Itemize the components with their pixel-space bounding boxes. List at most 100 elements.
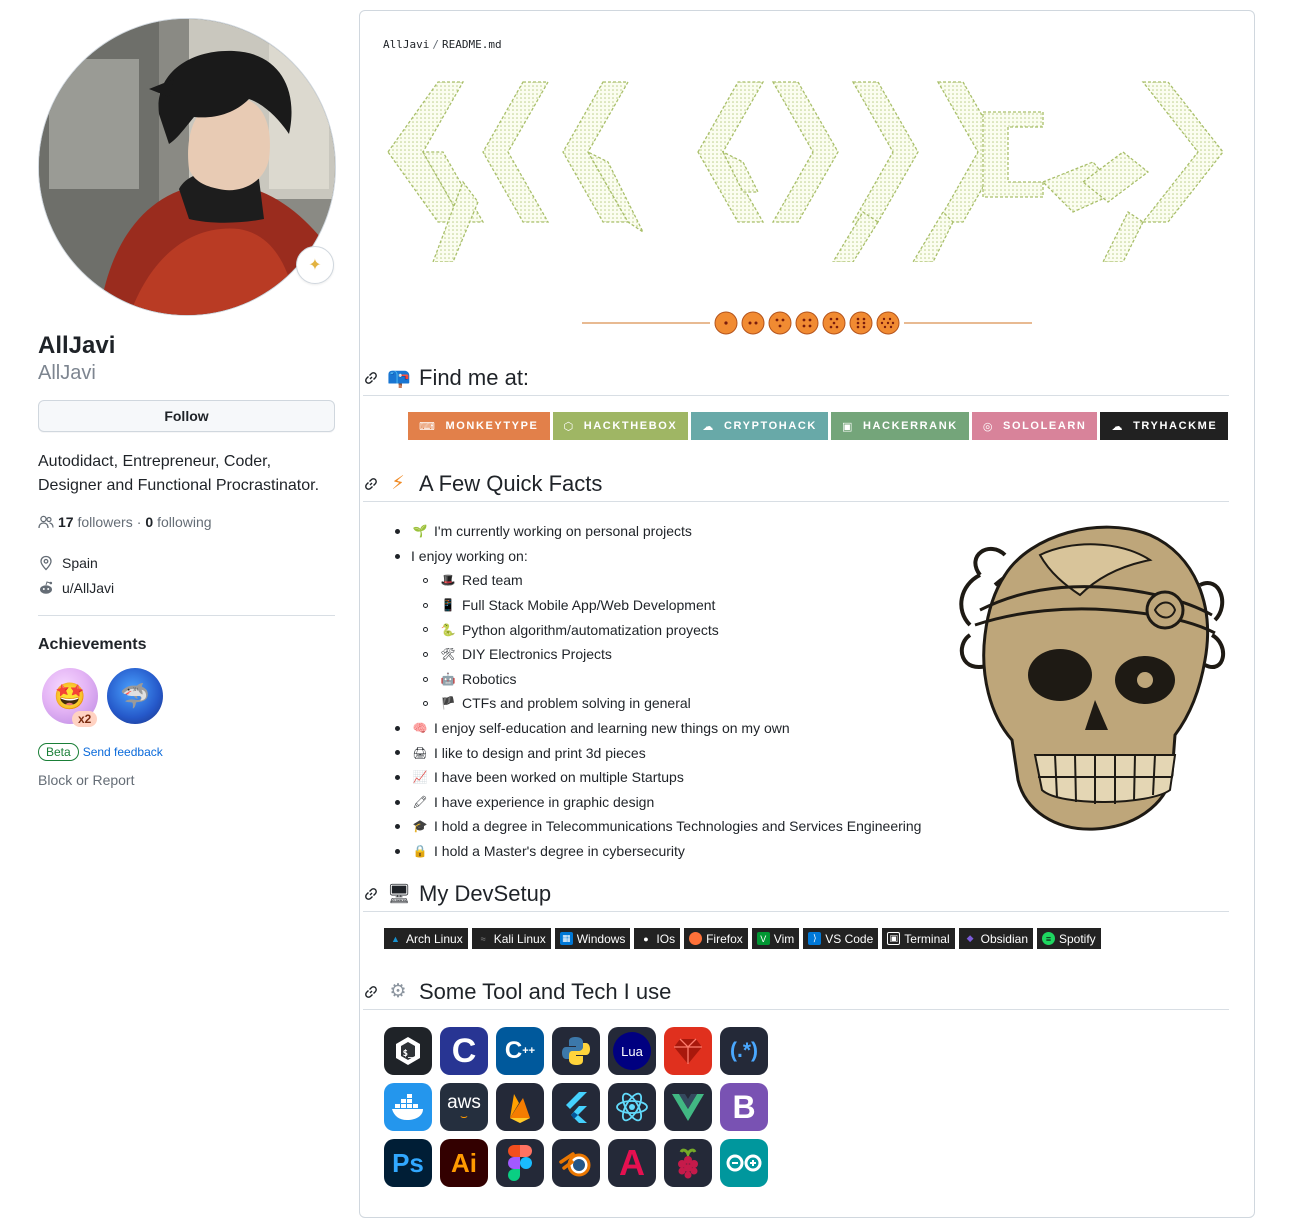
cube-icon: ⬡ <box>563 420 575 433</box>
illustrator-icon[interactable]: Ai <box>440 1139 488 1187</box>
achievement-multiplier: x2 <box>72 711 98 727</box>
devsetup-badges: ▲ Arch Linux ≈ Kali Linux ▦ Windows ● IOs Fi… <box>384 928 1101 949</box>
badge-hackerrank[interactable]: ▣ HACKERRANK <box>830 412 969 440</box>
figma-icon[interactable] <box>496 1139 544 1187</box>
brain-icon: 🧠 <box>412 721 428 736</box>
flag-icon: 🏴 <box>440 696 456 711</box>
badge-monkeytype[interactable]: ⌨ MONKEYTYPE <box>408 412 550 440</box>
lua-icon[interactable]: Lua <box>608 1027 656 1075</box>
badge-sololearn[interactable]: ◎ SOLOLEARN <box>971 412 1098 440</box>
firefox-icon <box>689 932 703 945</box>
python-icon[interactable] <box>552 1027 600 1075</box>
raspberrypi-icon[interactable] <box>664 1139 712 1187</box>
badge-terminal[interactable]: ▣ Terminal <box>882 928 955 949</box>
arch-linux-icon: ▲ <box>391 933 400 944</box>
section-title-tools: Some Tool and Tech I use <box>419 978 672 1004</box>
printer-icon: 🖨 <box>412 745 428 760</box>
set-status-button[interactable]: ✦ <box>296 246 334 284</box>
ruby-icon[interactable] <box>664 1027 712 1075</box>
cplusplus-icon[interactable]: C ++ <box>496 1027 544 1075</box>
crumb-file[interactable]: README.md <box>442 38 502 51</box>
arduino-icon[interactable] <box>720 1139 768 1187</box>
aws-icon[interactable]: aws ⌣ <box>440 1083 488 1131</box>
beta-badge: Beta <box>38 743 79 761</box>
reddit-link[interactable]: u/AllJavi <box>62 580 114 596</box>
badge-obsidian[interactable]: ◆ Obsidian <box>958 928 1033 949</box>
avatar-container: ✦ <box>38 18 336 316</box>
badge-cryptohack[interactable]: ☁ CRYPTOHACK <box>691 412 828 440</box>
starstruck-icon: 🤩 <box>53 680 87 711</box>
shark-icon: 🦈 <box>120 682 150 710</box>
list-item: I enjoy working on: <box>395 544 935 569</box>
block-or-report-link[interactable]: Block or Report <box>38 772 134 788</box>
anchor-link-icon[interactable] <box>363 984 379 1000</box>
c-icon[interactable]: C <box>440 1027 488 1075</box>
section-tools: ⚙ Some Tool and Tech I use <box>363 974 1229 1010</box>
flutter-icon[interactable] <box>552 1083 600 1131</box>
mailbox-icon: 📪 <box>387 367 411 389</box>
sololearn-icon: ◎ <box>982 420 995 433</box>
send-feedback-link[interactable]: Send feedback <box>83 745 163 759</box>
crumb-user[interactable]: AllJavi <box>383 38 429 51</box>
firebase-icon[interactable] <box>496 1083 544 1131</box>
badge-spotify[interactable]: ≡ Spotify <box>1037 928 1101 949</box>
regex-icon[interactable]: (.*) <box>720 1027 768 1075</box>
achievement-pull-shark-badge[interactable]: 🦈 <box>107 668 163 724</box>
location-icon <box>38 555 54 571</box>
lightning-icon: ⚡ <box>391 473 405 494</box>
anchor-link-icon[interactable] <box>363 476 379 492</box>
followers-link[interactable]: 17 followers <box>58 514 133 530</box>
badge-windows[interactable]: ▦ Windows <box>554 928 631 949</box>
follow-button[interactable]: Follow <box>38 400 335 432</box>
list-item: 🐍 Python algorithm/automatization proyect… <box>395 617 935 642</box>
avatar[interactable] <box>38 18 336 316</box>
people-icon <box>38 514 54 530</box>
vscode-icon: ⟩ <box>808 932 822 945</box>
badge-hackthebox[interactable]: ⬡ HACKTHEBOX <box>552 412 689 440</box>
blender-icon[interactable] <box>552 1139 600 1187</box>
windows-icon: ▦ <box>559 932 573 945</box>
badge-vs-code[interactable]: ⟩ VS Code <box>803 928 879 949</box>
badge-kali-linux[interactable]: ≈ Kali Linux <box>471 928 551 949</box>
react-icon[interactable] <box>608 1083 656 1131</box>
list-item: 🏴 CTFs and problem solving in general <box>395 691 935 716</box>
skull-illustration <box>959 525 1226 831</box>
profile-username: AllJavi <box>38 362 96 384</box>
ascii-banner-image <box>387 81 1224 262</box>
bootstrap-icon[interactable]: B <box>720 1083 768 1131</box>
badge-arch-linux[interactable]: ▲ Arch Linux <box>384 928 468 949</box>
anchor-link-icon[interactable] <box>363 370 379 386</box>
svg-text:$_: $_ <box>403 1049 414 1059</box>
readme-breadcrumb: AllJavi / README.md <box>383 38 502 51</box>
gear-icon: ⚙ <box>389 981 407 1002</box>
badge-tryhackme[interactable]: ☁ TRYHACKME <box>1100 412 1229 440</box>
lock-icon: 🔒 <box>412 844 428 859</box>
section-title-facts: A Few Quick Facts <box>419 470 603 496</box>
bash-icon[interactable]: $_ <box>384 1027 432 1075</box>
list-item: 📈 I have been worked on multiple Startups <box>395 765 935 790</box>
tools-grid: $_ C C ++ Lua (.*) aws ⌣ B Ps Ai A <box>384 1027 768 1187</box>
badge-vim[interactable]: V Vim <box>751 928 800 949</box>
snake-icon: 🐍 <box>440 622 456 637</box>
list-item: 📱 Full Stack Mobile App/Web Development <box>395 593 935 618</box>
location-text: Spain <box>62 555 98 571</box>
section-title-find: Find me at: <box>419 364 530 390</box>
computer-icon: 🖥 <box>387 883 412 905</box>
photoshop-icon[interactable]: Ps <box>384 1139 432 1187</box>
section-devsetup: 🖥 My DevSetup <box>363 876 1229 912</box>
profile-badges: ⌨ MONKEYTYPE ⬡ HACKTHEBOX ☁ CRYPTOHACK ▣ HAC… <box>408 412 1229 440</box>
vim-icon: V <box>756 932 770 945</box>
vue-icon[interactable] <box>664 1083 712 1131</box>
facts-list: 🌱 I'm currently working on personal proje… <box>395 519 935 863</box>
list-item: 🛠 DIY Electronics Projects <box>395 642 935 667</box>
chart-icon: 📈 <box>412 770 428 785</box>
following-link[interactable]: 0 following <box>145 514 211 530</box>
badge-firefox[interactable]: Firefox <box>684 928 748 949</box>
star-icon: ✦ <box>308 257 322 274</box>
profile-fullname: AllJavi <box>38 332 116 359</box>
docker-icon[interactable] <box>384 1083 432 1131</box>
spotify-icon: ≡ <box>1042 932 1055 945</box>
anchor-link-icon[interactable] <box>363 886 379 902</box>
badge-ios[interactable]: ● IOs <box>634 928 681 949</box>
autocad-icon[interactable]: A <box>608 1139 656 1187</box>
